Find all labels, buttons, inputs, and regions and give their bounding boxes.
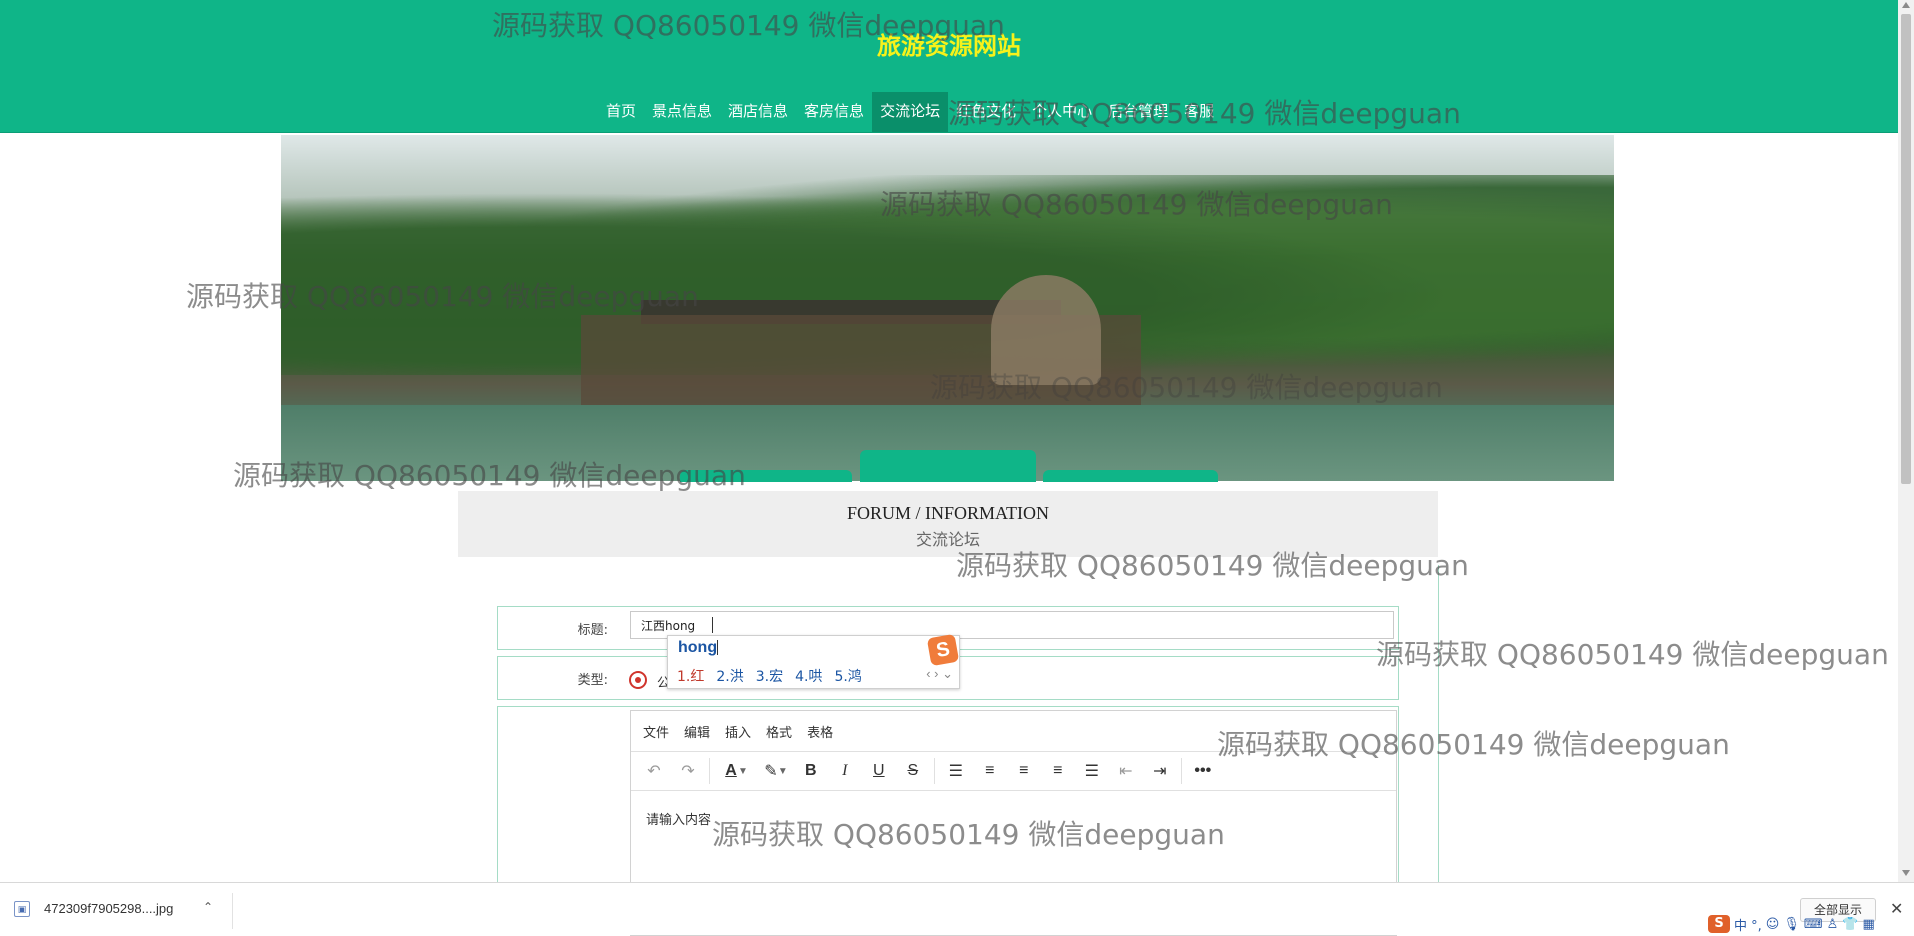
ime-candidate[interactable]: 2.洪 xyxy=(716,666,743,686)
user-icon[interactable]: ♙ xyxy=(1827,917,1839,932)
line-height-icon[interactable]: ☰ xyxy=(939,756,973,786)
ime-tray: S 中 °, ☺ 🎙 ⌨ ♙ 👕 ▦ xyxy=(1708,914,1875,934)
italic-icon[interactable]: I xyxy=(828,756,862,786)
skin-icon[interactable]: 👕 xyxy=(1842,917,1858,932)
ime-mode-indicator[interactable]: 中 °, xyxy=(1734,915,1762,934)
site-title: 旅游资源网站 xyxy=(877,32,1021,60)
section-title-en: FORUM / INFORMATION xyxy=(846,503,1050,523)
align-right-icon[interactable]: ≡ xyxy=(1041,756,1075,786)
image-file-icon: ▣ xyxy=(14,901,30,917)
menu-table[interactable]: 表格 xyxy=(807,722,833,741)
download-separator xyxy=(232,893,233,929)
nav-item-attractions[interactable]: 景点信息 xyxy=(644,92,720,132)
scroll-down-arrow-icon[interactable] xyxy=(1902,870,1910,876)
toolbar-separator xyxy=(933,758,935,784)
emoji-icon[interactable]: ☺ xyxy=(1766,917,1780,932)
sogou-tray-icon[interactable]: S xyxy=(1708,915,1730,933)
chevron-up-icon[interactable]: ⌃ xyxy=(203,900,213,914)
text-cursor-icon xyxy=(712,617,719,633)
align-center-icon[interactable]: ≡ xyxy=(1007,756,1041,786)
site-header: 旅游资源网站 首页 景点信息 酒店信息 客房信息 交流论坛 红色文化 个人中心 … xyxy=(0,0,1898,133)
divider-line xyxy=(1438,565,1439,882)
banner-tab-right[interactable] xyxy=(1043,470,1218,482)
toolbar-separator xyxy=(1180,758,1182,784)
ime-composition-text: hong xyxy=(678,639,718,656)
ime-candidates: 1.红 2.洪 3.宏 4.哄 5.鸿 xyxy=(677,666,862,686)
outdent-icon[interactable]: ⇤ xyxy=(1109,756,1143,786)
section-header: FORUM / INFORMATION 交流论坛 xyxy=(458,491,1438,557)
ime-candidate[interactable]: 4.哄 xyxy=(795,666,822,686)
nav-item-forum[interactable]: 交流论坛 xyxy=(872,92,949,132)
editor-menubar: 文件 编辑 插入 格式 表格 xyxy=(631,711,1396,751)
editor-toolbar: ↶ ↷ A ▼ ✎ ▼ B I U S ☰ ≡ ≡ ≡ ☰ ⇤ ⇥ ••• xyxy=(631,751,1396,791)
close-icon[interactable]: ✕ xyxy=(1890,899,1903,919)
banner-tab-left[interactable] xyxy=(680,470,852,482)
nav-item-service[interactable]: 客服 xyxy=(1176,92,1222,132)
ime-caret xyxy=(717,640,719,656)
nav-item-hotels[interactable]: 酒店信息 xyxy=(720,92,796,132)
page-scrollbar[interactable] xyxy=(1898,0,1914,882)
ime-candidate[interactable]: 5.鸿 xyxy=(834,666,861,686)
redo-icon[interactable]: ↷ xyxy=(671,756,705,786)
sogou-ime-icon: S xyxy=(926,633,960,667)
toolbar-separator xyxy=(709,758,710,784)
align-left-icon[interactable]: ≡ xyxy=(973,756,1007,786)
download-filename[interactable]: 472309f7905298....jpg xyxy=(44,901,173,916)
chevron-down-icon[interactable]: ▼ xyxy=(738,766,748,777)
nav-item-home[interactable]: 首页 xyxy=(598,92,644,132)
bold-icon[interactable]: B xyxy=(794,756,828,786)
undo-icon[interactable]: ↶ xyxy=(637,756,671,786)
strikethrough-icon[interactable]: S xyxy=(896,756,930,786)
menu-file[interactable]: 文件 xyxy=(643,722,669,741)
main-nav: 首页 景点信息 酒店信息 客房信息 交流论坛 红色文化 个人中心 后台管理 客服 xyxy=(598,92,1222,132)
banner-tab-active[interactable] xyxy=(860,450,1036,482)
scroll-up-arrow-icon[interactable] xyxy=(1902,2,1910,8)
align-justify-icon[interactable]: ☰ xyxy=(1075,756,1109,786)
type-label: 类型: xyxy=(577,673,608,688)
nav-item-red-culture[interactable]: 红色文化 xyxy=(948,92,1024,132)
ime-composition: hong xyxy=(678,639,719,657)
banner-statue xyxy=(991,275,1101,385)
keyboard-icon[interactable]: ⌨ xyxy=(1804,917,1823,932)
ime-candidate[interactable]: 3.宏 xyxy=(756,666,783,686)
menu-insert[interactable]: 插入 xyxy=(725,722,751,741)
menu-format[interactable]: 格式 xyxy=(766,722,792,741)
ime-page-arrows-icon[interactable]: ‹ › ⌄ xyxy=(926,666,953,682)
watermark-text: 源码获取 QQ86050149 微信deepguan xyxy=(1376,638,1889,671)
ime-candidate-popup: hong S 1.红 2.洪 3.宏 4.哄 5.鸿 ‹ › ⌄ xyxy=(667,633,960,689)
download-bar xyxy=(0,882,1914,935)
underline-icon[interactable]: U xyxy=(862,756,896,786)
nav-item-rooms[interactable]: 客房信息 xyxy=(796,92,872,132)
mic-icon[interactable]: 🎙 xyxy=(1783,917,1800,932)
scroll-thumb[interactable] xyxy=(1901,14,1911,484)
ime-candidate[interactable]: 1.红 xyxy=(677,666,704,686)
nav-item-admin[interactable]: 后台管理 xyxy=(1100,92,1176,132)
title-label: 标题: xyxy=(577,623,608,638)
type-radio[interactable] xyxy=(629,671,647,689)
chevron-down-icon[interactable]: ▼ xyxy=(778,766,788,777)
indent-icon[interactable]: ⇥ xyxy=(1143,756,1177,786)
nav-item-profile[interactable]: 个人中心 xyxy=(1024,92,1100,132)
editor-content-area[interactable]: 请输入内容 xyxy=(631,791,1396,846)
more-icon[interactable]: ••• xyxy=(1186,756,1220,786)
menu-edit[interactable]: 编辑 xyxy=(684,722,710,741)
banner-image xyxy=(281,135,1614,481)
section-title-cn: 交流论坛 xyxy=(915,530,980,549)
toolbox-icon[interactable]: ▦ xyxy=(1862,917,1874,932)
